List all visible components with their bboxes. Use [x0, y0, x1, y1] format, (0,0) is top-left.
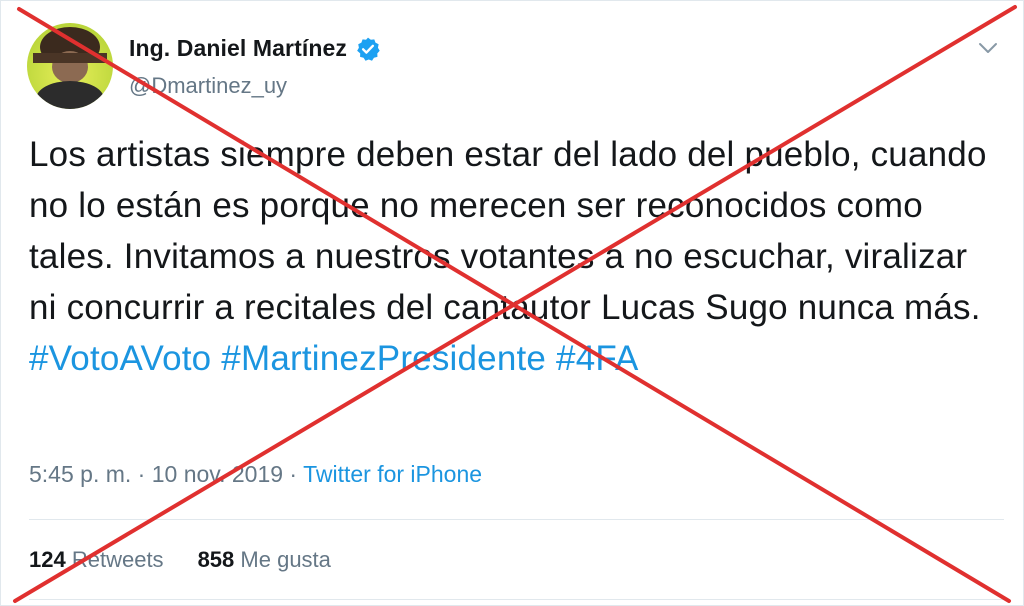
hashtag-link[interactable]: #MartinezPresidente: [221, 339, 546, 378]
retweets-stat[interactable]: 124 Retweets: [29, 547, 164, 573]
retweets-count: 124: [29, 547, 66, 572]
author-name-row[interactable]: Ing. Daniel Martínez: [129, 35, 381, 62]
meta-separator: ·: [137, 461, 146, 487]
meta-separator: ·: [289, 461, 298, 487]
hashtag-link[interactable]: #VotoAVoto: [29, 339, 211, 378]
likes-count: 858: [197, 547, 235, 572]
avatar[interactable]: [27, 23, 113, 109]
likes-label: Me gusta: [240, 547, 331, 572]
tweet-time[interactable]: 5:45 p. m.: [29, 461, 131, 487]
divider: [29, 599, 1004, 600]
tweet-card: Ing. Daniel Martínez @Dmartinez_uy Los a…: [0, 0, 1024, 606]
verified-badge-icon: [355, 36, 381, 62]
tweet-text: Los artistas siempre deben estar del lad…: [29, 135, 987, 327]
tweet-body: Los artistas siempre deben estar del lad…: [29, 129, 1004, 384]
author-display-name[interactable]: Ing. Daniel Martínez: [129, 35, 347, 62]
tweet-source-link[interactable]: Twitter for iPhone: [303, 461, 482, 487]
retweets-label: Retweets: [71, 547, 164, 572]
author-handle[interactable]: @Dmartinez_uy: [129, 73, 287, 99]
hashtag-link[interactable]: #4FA: [556, 339, 639, 378]
tweet-stats: 124 Retweets 858 Me gusta: [29, 547, 331, 573]
likes-stat[interactable]: 858 Me gusta: [198, 547, 331, 573]
chevron-down-icon[interactable]: [975, 37, 1001, 59]
divider: [29, 519, 1004, 520]
tweet-date[interactable]: 10 nov. 2019: [152, 461, 283, 487]
tweet-meta: 5:45 p. m. · 10 nov. 2019 · Twitter for …: [29, 461, 482, 488]
